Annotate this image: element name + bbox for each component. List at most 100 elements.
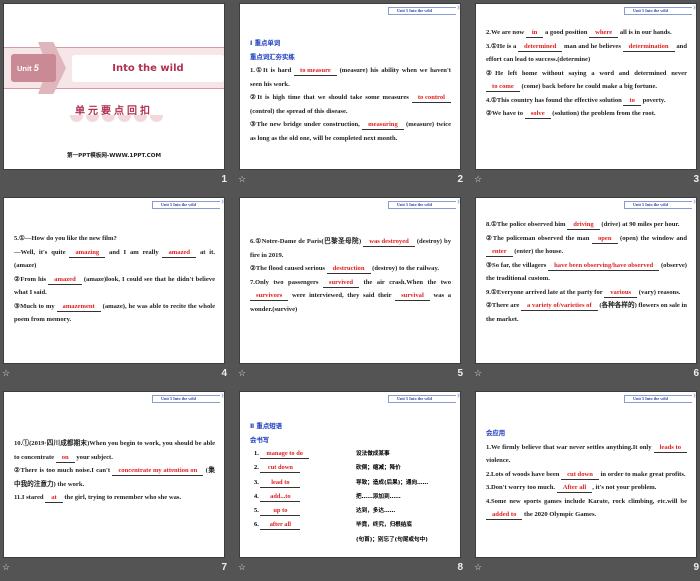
slide-thumbnail-4[interactable]: Unit 5 Into the wild 5.①—How do you like … — [0, 194, 233, 387]
answer-blank[interactable]: manage to do — [260, 450, 309, 459]
paragraph: ②The policeman observed the man open (op… — [486, 232, 687, 259]
answer-blank[interactable]: driving — [567, 221, 600, 230]
answer-blank[interactable]: add...to — [260, 493, 301, 502]
unit-badge: Unit 5 Into the wild — [152, 393, 224, 403]
slide-thumbnail-5[interactable]: Unit 5 Into the wild 6.①Notre-Dame de Par… — [236, 194, 469, 387]
slide-thumbnail-3[interactable]: Unit 5 Into the wild 2.We are now in a go… — [472, 0, 700, 193]
star-icon[interactable]: ☆ — [474, 368, 482, 379]
answer-blank[interactable]: concentrate my attention on — [112, 467, 204, 476]
star-icon[interactable]: ☆ — [2, 368, 10, 379]
slide-thumbnail-7[interactable]: Unit 5 Into the wild 10.①(2019·四川成都期末)Whe… — [0, 388, 233, 581]
heading-text: 会应用 — [486, 429, 506, 437]
answer-blank[interactable]: survivors — [250, 292, 289, 301]
answer-blank[interactable]: amazed — [48, 276, 82, 285]
slide-thumbnail-1[interactable]: Unit 5 Into the wild 单元要点回扣 第一PPT模板网-WWW… — [0, 0, 233, 193]
answer-blank[interactable]: destruction — [326, 265, 371, 274]
paragraph: 9.①Everyone arrived late at the party fo… — [486, 286, 687, 300]
text-segment: ③So far, the villagers — [486, 261, 549, 269]
text-segment: 4.①This country has found the effective … — [486, 96, 624, 104]
answer-blank[interactable]: amazing — [69, 249, 106, 258]
text-segment: man and he believes — [562, 42, 623, 50]
star-icon[interactable]: ☆ — [474, 174, 482, 185]
slide-thumbnail-2[interactable]: Unit 5 Into the wild Ⅰ 重点单词重点词汇夯实练 1.①It i… — [236, 0, 469, 193]
answer-blank[interactable]: solve — [524, 110, 551, 119]
slide-2[interactable]: Unit 5 Into the wild Ⅰ 重点单词重点词汇夯实练 1.①It i… — [239, 3, 461, 170]
answer-blank[interactable]: to come — [486, 83, 520, 92]
slide-number: 1 — [221, 174, 227, 185]
phrase-meaning: 把……添加到…… — [356, 493, 401, 500]
text-segment: the 2020 Olympic Games. — [522, 511, 597, 518]
answer-blank[interactable]: in — [525, 29, 544, 38]
answer-blank[interactable]: where — [589, 29, 619, 38]
answer-blank[interactable]: enter — [486, 248, 513, 257]
text-segment: (solution) the problem from the root. — [550, 110, 656, 117]
answer-blank[interactable]: amazement — [56, 303, 101, 312]
section-heading: Ⅱ 重点短语 — [250, 422, 282, 430]
answer-blank[interactable]: open — [591, 235, 618, 244]
slide-thumbnail-9[interactable]: Unit 5 Into the wild 会应用 1.We firmly belie… — [472, 388, 700, 581]
answer-blank[interactable]: a variety of/varieties of — [521, 302, 598, 311]
unit-badge: Unit 5 Into the wild — [388, 5, 460, 15]
answer-blank[interactable]: up to — [260, 507, 301, 517]
text-segment: were interviewed, they said their — [288, 292, 396, 299]
slide-6[interactable]: Unit 5 Into the wild 8.①The police observ… — [475, 197, 697, 364]
text-segment: (open) the window and — [617, 234, 688, 242]
answer-blank[interactable]: was destroyed — [363, 238, 415, 247]
slide-thumbnail-6[interactable]: Unit 5 Into the wild 8.①The police observ… — [472, 194, 700, 387]
text-segment: ②We have to — [486, 110, 525, 117]
star-icon[interactable]: ☆ — [238, 368, 246, 379]
paragraph: —Well, it's quite amazing and I am reall… — [14, 246, 215, 273]
text-segment: 1.We firmly believe that war never settl… — [486, 443, 654, 451]
answer-blank[interactable]: amazed — [162, 249, 197, 258]
slide-9[interactable]: Unit 5 Into the wild 会应用 1.We firmly belie… — [475, 391, 697, 558]
answer-blank[interactable]: survival — [395, 292, 430, 301]
slide-thumbnail-8[interactable]: Unit 5 Into the wildⅡ 重点短语会书写1. manage t… — [236, 388, 469, 581]
answer-blank[interactable]: determination — [622, 43, 675, 52]
slide-3[interactable]: Unit 5 Into the wild 2.We are now in a go… — [475, 3, 697, 170]
paragraph: ③Much to my amazement (amaze), he was ab… — [14, 300, 215, 327]
answer-blank[interactable]: various — [604, 289, 638, 298]
answer-blank[interactable]: after all — [260, 521, 301, 531]
answer-blank[interactable]: on — [55, 454, 75, 463]
text-segment: violence. — [486, 457, 511, 464]
star-icon[interactable]: ☆ — [238, 562, 246, 573]
star-icon[interactable]: ☆ — [2, 562, 10, 573]
slide-body: 会应用 1.We firmly believe that war never se… — [486, 427, 687, 522]
slide-5[interactable]: Unit 5 Into the wild 6.①Notre-Dame de Par… — [239, 197, 461, 364]
answer-blank[interactable]: added to — [486, 511, 523, 520]
unit-badge: Unit 5 Into the wild — [624, 199, 696, 209]
answer-blank[interactable]: determined — [518, 43, 563, 52]
slide-title: Into the wild — [72, 55, 224, 82]
answer-blank[interactable]: to control — [411, 94, 451, 103]
phrase-meaning: 达到，多达…… — [356, 508, 396, 515]
answer-blank[interactable]: cut down — [260, 464, 301, 474]
text-segment: 2.We are now — [486, 29, 526, 36]
answer-blank[interactable]: to measure — [294, 67, 337, 76]
paragraph: ②The flood caused serious destruction (d… — [250, 262, 451, 276]
phrase-meaning: 设法做成某事 — [356, 451, 390, 457]
text-segment: ②It is high time that we should take som… — [250, 94, 412, 101]
slide-body: Ⅱ 重点短语 会书写 — [250, 420, 451, 447]
answer-blank[interactable]: lead to — [260, 479, 301, 488]
answer-blank[interactable]: survived — [322, 279, 360, 288]
phrase-meaning: (句首)；别忘了(句尾或句中) — [356, 536, 428, 543]
star-icon[interactable]: ☆ — [238, 174, 246, 185]
paragraph: ②There are a variety of/varieties of (各种… — [486, 299, 687, 326]
subsection-heading: 会书写 — [250, 435, 270, 444]
text-segment: (drive) at 90 miles per hour. — [599, 221, 680, 228]
answer-blank[interactable]: After all — [556, 484, 593, 493]
answer-blank[interactable]: leads to — [653, 444, 687, 453]
answer-blank[interactable]: to — [623, 97, 641, 106]
slide-number: 5 — [457, 368, 463, 379]
slide-4[interactable]: Unit 5 Into the wild 5.①—How do you like … — [3, 197, 225, 364]
slide-1[interactable]: Unit 5 Into the wild 单元要点回扣 第一PPT模板网-WWW… — [3, 3, 225, 170]
answer-blank[interactable]: at — [45, 494, 63, 503]
answer-blank[interactable]: have been observing/have observed — [548, 262, 660, 271]
text-segment: ②There is too much noise.I can't — [14, 467, 113, 474]
answer-blank[interactable]: measuring — [362, 121, 404, 130]
star-icon[interactable]: ☆ — [474, 562, 482, 573]
answer-blank[interactable]: cut down — [561, 471, 599, 480]
phrase-meaning: 砍倒；缩减；降价 — [356, 465, 401, 472]
slide-8[interactable]: Unit 5 Into the wildⅡ 重点短语会书写1. manage t… — [239, 391, 461, 558]
slide-7[interactable]: Unit 5 Into the wild 10.①(2019·四川成都期末)Whe… — [3, 391, 225, 558]
